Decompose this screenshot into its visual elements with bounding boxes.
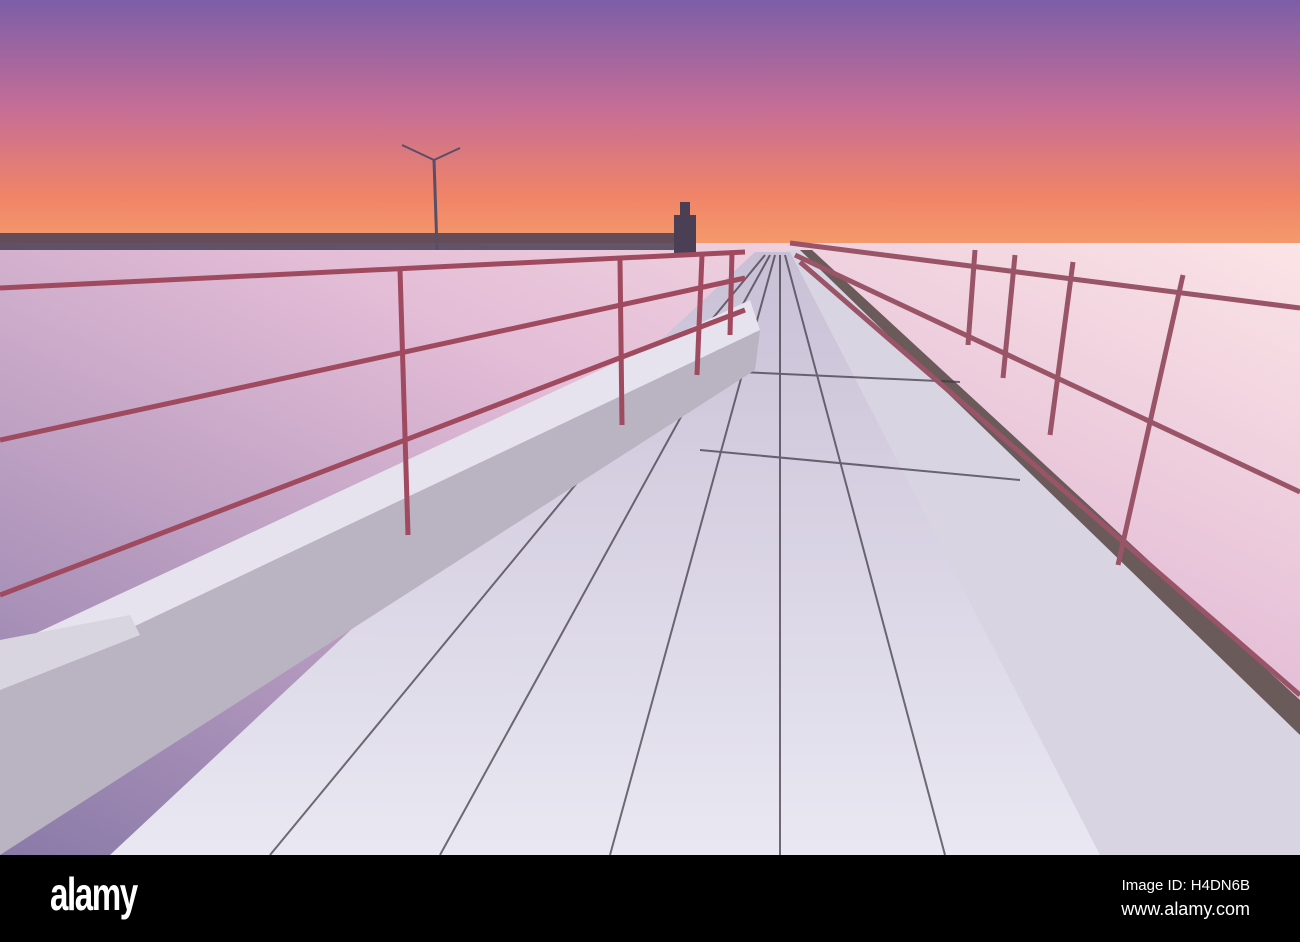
image-id-label: Image ID: H4DN6B (1121, 877, 1250, 894)
stock-photo-frame: alamy Image ID: H4DN6B www.alamy.com (0, 0, 1300, 942)
lighthouse (674, 215, 696, 255)
watermark-footer: alamy Image ID: H4DN6B www.alamy.com (0, 855, 1300, 942)
sky (0, 0, 1300, 245)
distant-pier (0, 233, 675, 250)
alamy-logo: alamy (50, 868, 138, 920)
website-link[interactable]: www.alamy.com (1121, 899, 1250, 920)
pier-sunrise-photo (0, 0, 1300, 855)
